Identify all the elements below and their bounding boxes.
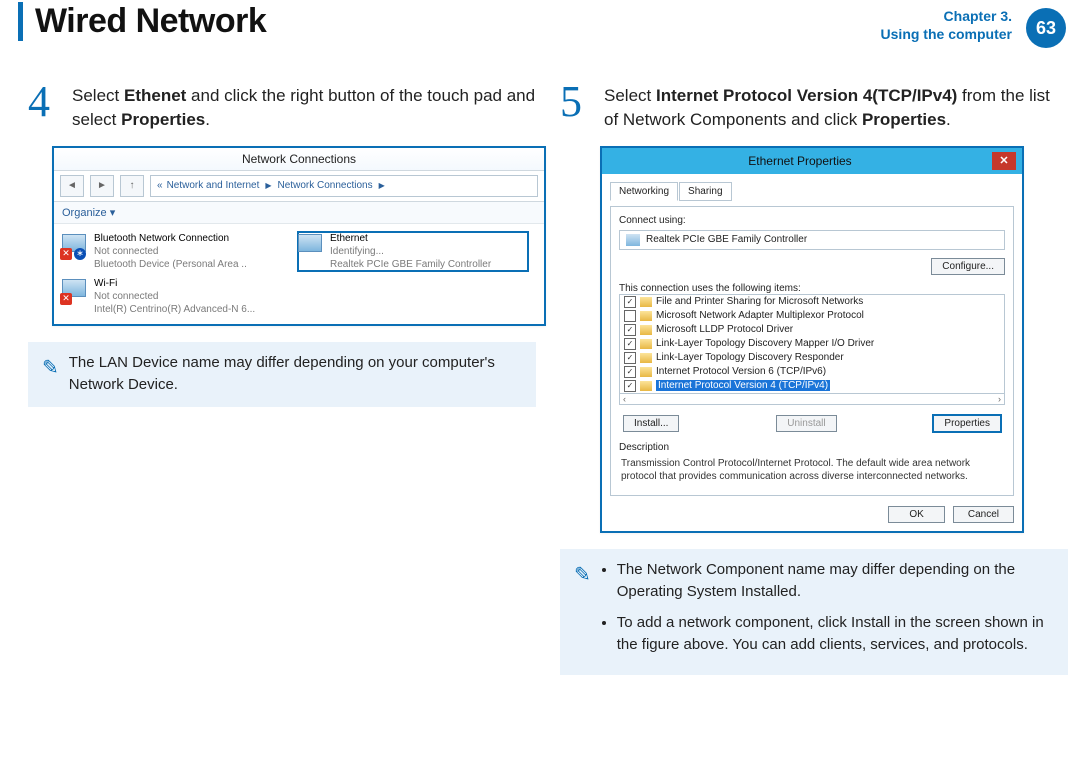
page-title: Wired Network: [18, 2, 266, 41]
connection-item[interactable]: ✕Wi-FiNot connectedIntel(R) Centrino(R) …: [62, 277, 292, 316]
component-list-item[interactable]: ✓File and Printer Sharing for Microsoft …: [620, 295, 1004, 309]
items-label: This connection uses the following items…: [619, 283, 1005, 294]
tab-sharing[interactable]: Sharing: [679, 182, 731, 201]
close-button[interactable]: ✕: [992, 152, 1016, 170]
step-5: 5 Select Internet Protocol Version 4(TCP…: [560, 84, 1068, 132]
description-label: Description: [619, 442, 1005, 453]
description-text: Transmission Control Protocol/Internet P…: [621, 457, 1003, 483]
component-icon: [640, 381, 652, 391]
network-icon: ✕∗: [62, 232, 88, 258]
component-list-item[interactable]: ✓Link-Layer Topology Discovery Responder: [620, 351, 1004, 365]
step-text: Select Ethenet and click the right butto…: [72, 84, 536, 132]
address-bar[interactable]: « Network and Internet▶ Network Connecti…: [150, 175, 538, 197]
up-button[interactable]: ↑: [120, 175, 144, 197]
component-list-item[interactable]: ✓Microsoft LLDP Protocol Driver: [620, 323, 1004, 337]
component-list-item[interactable]: ✓Internet Protocol Version 4 (TCP/IPv4): [620, 379, 1004, 393]
step-text: Select Internet Protocol Version 4(TCP/I…: [604, 84, 1068, 132]
uninstall-button[interactable]: Uninstall: [776, 415, 836, 432]
figure-ethernet-properties: Ethernet Properties ✕ Networking Sharing…: [600, 146, 1024, 533]
connection-item[interactable]: EthernetIdentifying...Realtek PCIe GBE F…: [298, 232, 528, 271]
install-button[interactable]: Install...: [623, 415, 679, 432]
ok-button[interactable]: OK: [888, 506, 944, 523]
adapter-icon: [626, 234, 640, 246]
horizontal-scrollbar[interactable]: ‹›: [620, 393, 1004, 404]
window-title: Network Connections: [54, 148, 544, 171]
component-icon: [640, 311, 652, 321]
note-icon: ✎: [42, 353, 59, 397]
checkbox[interactable]: ✓: [624, 380, 636, 392]
bluetooth-icon: ∗: [74, 248, 86, 260]
back-button[interactable]: ◄: [60, 175, 84, 197]
note-icon: ✎: [574, 560, 591, 665]
properties-button[interactable]: Properties: [933, 415, 1001, 432]
component-icon: [640, 367, 652, 377]
component-icon: [640, 297, 652, 307]
network-icon: ✕: [62, 277, 88, 303]
chapter-label: Chapter 3. Using the computer: [881, 8, 1012, 43]
dialog-title: Ethernet Properties: [608, 154, 992, 168]
component-icon: [640, 339, 652, 349]
tab-networking[interactable]: Networking: [610, 182, 678, 201]
disconnected-icon: ✕: [60, 293, 72, 305]
step-number: 4: [28, 82, 62, 132]
step-number: 5: [560, 82, 594, 132]
note-lan-device: ✎ The LAN Device name may differ dependi…: [28, 342, 536, 407]
connection-item[interactable]: ✕∗Bluetooth Network ConnectionNot connec…: [62, 232, 292, 271]
adapter-field: Realtek PCIe GBE Family Controller: [619, 230, 1005, 250]
forward-button[interactable]: ►: [90, 175, 114, 197]
connect-using-label: Connect using:: [619, 215, 1005, 226]
checkbox[interactable]: ✓: [624, 338, 636, 350]
checkbox[interactable]: ✓: [624, 352, 636, 364]
component-list-item[interactable]: ✓Link-Layer Topology Discovery Mapper I/…: [620, 337, 1004, 351]
component-list-item[interactable]: ✓Internet Protocol Version 6 (TCP/IPv6): [620, 365, 1004, 379]
checkbox[interactable]: ✓: [624, 296, 636, 308]
checkbox[interactable]: ✓: [624, 324, 636, 336]
organize-menu[interactable]: Organize ▾: [54, 202, 544, 224]
checkbox[interactable]: ✓: [624, 366, 636, 378]
cancel-button[interactable]: Cancel: [953, 506, 1014, 523]
figure-network-connections: Network Connections ◄ ► ↑ « Network and …: [52, 146, 546, 326]
component-icon: [640, 353, 652, 363]
configure-button[interactable]: Configure...: [931, 258, 1005, 275]
network-icon: [298, 232, 324, 258]
checkbox[interactable]: [624, 310, 636, 322]
component-list-item[interactable]: Microsoft Network Adapter Multiplexor Pr…: [620, 309, 1004, 323]
note-network-component: ✎ The Network Component name may differ …: [560, 549, 1068, 675]
disconnected-icon: ✕: [60, 248, 72, 260]
component-list[interactable]: ✓File and Printer Sharing for Microsoft …: [619, 294, 1005, 405]
page-number-badge: 63: [1026, 8, 1066, 48]
step-4: 4 Select Ethenet and click the right but…: [28, 84, 536, 132]
component-icon: [640, 325, 652, 335]
